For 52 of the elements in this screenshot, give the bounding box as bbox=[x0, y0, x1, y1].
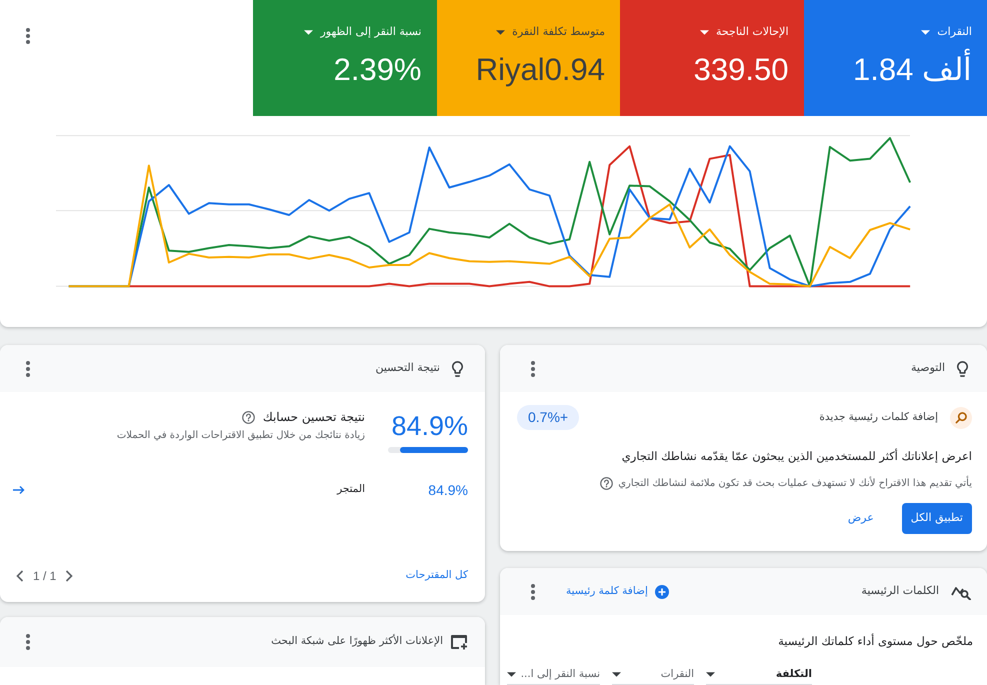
search-icon bbox=[950, 406, 972, 428]
all-recommendations-link[interactable]: كل المقترحات bbox=[406, 568, 468, 584]
metric-selector[interactable]: الإحالات الناجحة bbox=[700, 24, 788, 40]
recommendation-headline: اعرض إعلاناتك أكثر للمستخدمين الذين يبحثون عمّا يقدّمه نشاطك التجاري bbox=[620, 448, 972, 465]
plus-circle-icon bbox=[654, 584, 669, 598]
more-options-icon[interactable] bbox=[26, 360, 30, 376]
metric-selector[interactable]: النقرات bbox=[921, 24, 972, 40]
more-options-icon[interactable] bbox=[26, 634, 30, 650]
card-title: نتيجة التحسين bbox=[375, 360, 440, 376]
metric-selector[interactable]: متوسط تكلفة النقرة bbox=[496, 24, 605, 40]
column-dropdown[interactable]: التكلفة bbox=[706, 665, 812, 685]
caret-down-icon bbox=[706, 672, 715, 677]
page-indicator: 1 / 1 bbox=[33, 568, 56, 585]
metric-value: 339.50 bbox=[694, 52, 788, 88]
uplift-badge: +0.7% bbox=[517, 405, 580, 430]
more-options-icon[interactable] bbox=[26, 28, 30, 44]
score-heading: نتيجة تحسين حسابك bbox=[262, 409, 365, 426]
metric-value: 2.39% bbox=[334, 52, 422, 88]
caret-down-icon bbox=[921, 30, 930, 34]
caret-down-icon bbox=[304, 30, 314, 34]
lightbulb-icon bbox=[957, 360, 968, 376]
optimization-score: 84.9% bbox=[391, 410, 468, 443]
caret-down-icon bbox=[612, 672, 621, 677]
help-icon[interactable] bbox=[600, 476, 614, 490]
recommendation-reason: يأتي تقديم هذا الاقتراح لأنك لا تستهدف عمليات بحث قد تكون ملائمة لنشاطك التجاري bbox=[618, 476, 972, 490]
card-title: الإعلانات الأكثر ظهورًا على شبكة البحث bbox=[271, 634, 443, 650]
column-dropdown[interactable]: النقرات bbox=[612, 665, 694, 685]
campaign-name: المتجر bbox=[337, 482, 365, 498]
metric-selector[interactable]: نسبة النقر إلى الظهور bbox=[304, 24, 422, 40]
caret-down-icon bbox=[700, 30, 710, 34]
add-keyword-button[interactable]: إضافة كلمة رئيسية bbox=[566, 584, 669, 600]
score-description: زيادة نتائجك من خلال تطبيق الاقتراحات الواردة في الحملات bbox=[116, 429, 365, 443]
card-title: الكلمات الرئيسية bbox=[861, 583, 939, 600]
campaign-score: 84.9% bbox=[427, 480, 468, 500]
window-plus-icon bbox=[450, 634, 468, 650]
more-options-icon[interactable] bbox=[531, 360, 535, 376]
chevron-left-icon[interactable] bbox=[16, 570, 24, 582]
metric-value: Riyal0.94 bbox=[476, 52, 605, 88]
caret-down-icon bbox=[496, 30, 506, 34]
recommendation-type: إضافة كلمات رئيسية جديدة bbox=[819, 410, 938, 425]
lightbulb-icon bbox=[452, 360, 463, 376]
metric-tile[interactable]: النقرات 1.84 ألف bbox=[804, 0, 987, 116]
arrow-right-icon[interactable] bbox=[13, 485, 25, 495]
chevron-right-icon[interactable] bbox=[65, 570, 74, 582]
card-title: التوصية bbox=[911, 360, 945, 376]
column-dropdown[interactable]: نسبة النقر إلى ا... bbox=[507, 665, 600, 685]
caret-down-icon bbox=[507, 672, 516, 677]
more-options-icon[interactable] bbox=[531, 584, 535, 600]
link-button[interactable]: عرض bbox=[840, 503, 882, 534]
keywords-summary: ملخّص حول مستوى أداء كلماتك الرئيسية bbox=[777, 632, 973, 650]
primary-button[interactable]: تطبيق الكل bbox=[902, 503, 972, 534]
help-icon[interactable] bbox=[242, 410, 255, 424]
